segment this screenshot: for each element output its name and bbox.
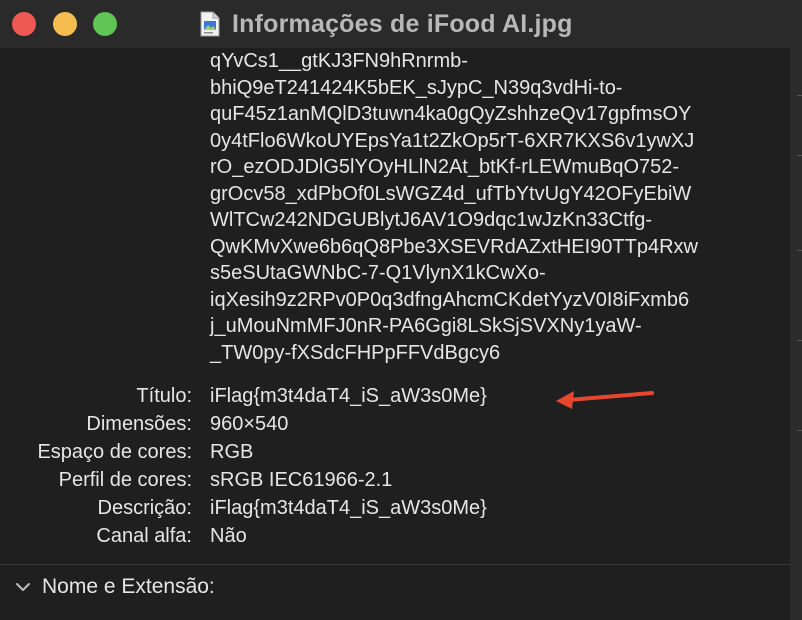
info-row-dimensoes: Dimensões: 960×540 — [0, 410, 780, 438]
info-row-canal-alfa: Canal alfa: Não — [0, 522, 780, 550]
divider — [797, 430, 802, 431]
info-row-espaco-cores: Espaço de cores: RGB — [0, 438, 780, 466]
key-line: QwKMvXwe6b6qQ8Pbe3XSEVRdAZxtHEI90TTp4Rxw — [210, 235, 698, 258]
key-line: qYvCs1__gtKJ3FN9hRnrmb- — [210, 50, 468, 72]
section-label: Nome e Extensão: — [42, 575, 215, 598]
dimensoes-label: Dimensões: — [86, 413, 192, 435]
canal-alfa-label: Canal alfa: — [96, 525, 192, 547]
red-arrow-annotation — [556, 391, 654, 409]
window-title: Informações de iFood AI.jpg — [232, 9, 573, 38]
key-line: 0y4tFlo6WkoUYEpsYa1t2ZkOp5rT-6XR7KXS6v1y… — [210, 129, 695, 152]
key-line: grOcv58_xdPbOf0LsWGZ4d_ufTbYtvUgY42OFyEb… — [210, 182, 692, 205]
perfil-cores-value[interactable]: sRGB IEC61966-2.1 — [210, 466, 392, 494]
section-nome-extensao[interactable]: Nome e Extensão: — [14, 572, 215, 602]
metadata-text-block: qYvCs1__gtKJ3FN9hRnrmb- bhiQ9eT241424K5b… — [210, 48, 780, 366]
divider — [797, 250, 802, 251]
section-divider — [0, 564, 790, 565]
info-content[interactable]: qYvCs1__gtKJ3FN9hRnrmb- bhiQ9eT241424K5b… — [0, 48, 790, 620]
key-line: WlTCw242NDGUBlytJ6AV1O9dqc1wJzKn33Ctfg- — [210, 209, 653, 231]
key-line: _TW0py-fXSdcFHPpFFVdBgcy6 — [210, 341, 501, 364]
key-line: quF45z1anMQlD3tuwn4ka0gQyZshhzeQv17gpfms… — [210, 103, 692, 125]
canal-alfa-value[interactable]: Não — [210, 522, 247, 550]
minimize-button[interactable] — [53, 12, 77, 36]
espaco-cores-label: Espaço de cores: — [37, 441, 192, 463]
jpg-document-icon — [200, 11, 220, 37]
key-line: bhiQ9eT241424K5bEK_sJypC_N39q3vdHi-to- — [210, 76, 623, 99]
divider — [797, 95, 802, 96]
key-line: iqXesih9z2RPv0P0q3dfngAhcmCKdetYyzV0I8iF… — [210, 288, 690, 311]
close-button[interactable] — [12, 12, 36, 36]
window-title-group: Informações de iFood AI.jpg — [200, 8, 573, 40]
info-row-perfil-cores: Perfil de cores: sRGB IEC61966-2.1 — [0, 466, 780, 494]
info-window: Informações de iFood AI.jpg qYvCs1__gtKJ… — [0, 0, 791, 620]
titulo-value[interactable]: iFlag{m3t4daT4_iS_aW3s0Me} — [210, 382, 487, 410]
key-line: j_uMouNmMFJ0nR-PA6Ggi8LSkSjSVXNy1yaW- — [210, 315, 642, 337]
descricao-value[interactable]: iFlag{m3t4daT4_iS_aW3s0Me} — [210, 494, 487, 522]
info-row-descricao: Descrição: iFlag{m3t4daT4_iS_aW3s0Me} — [0, 494, 780, 522]
key-line: s5eSUtaGWNbC-7-Q1VlynX1kCwXo- — [210, 262, 546, 284]
titulo-label: Título: — [136, 385, 192, 407]
espaco-cores-value[interactable]: RGB — [210, 438, 253, 466]
zoom-button[interactable] — [93, 12, 117, 36]
key-line: rO_ezODJDlG5lYOyHLlN2At_btKf-rLEWmuBqO75… — [210, 156, 680, 178]
dimensoes-value[interactable]: 960×540 — [210, 410, 288, 438]
divider — [797, 155, 802, 156]
info-row-titulo: Título: iFlag{m3t4daT4_iS_aW3s0Me} — [0, 382, 780, 410]
chevron-down-icon[interactable] — [14, 578, 32, 596]
divider — [797, 340, 802, 341]
adjacent-window-edge — [790, 0, 802, 620]
perfil-cores-label: Perfil de cores: — [58, 469, 192, 491]
title-bar[interactable]: Informações de iFood AI.jpg — [0, 0, 790, 49]
descricao-label: Descrição: — [97, 497, 192, 519]
